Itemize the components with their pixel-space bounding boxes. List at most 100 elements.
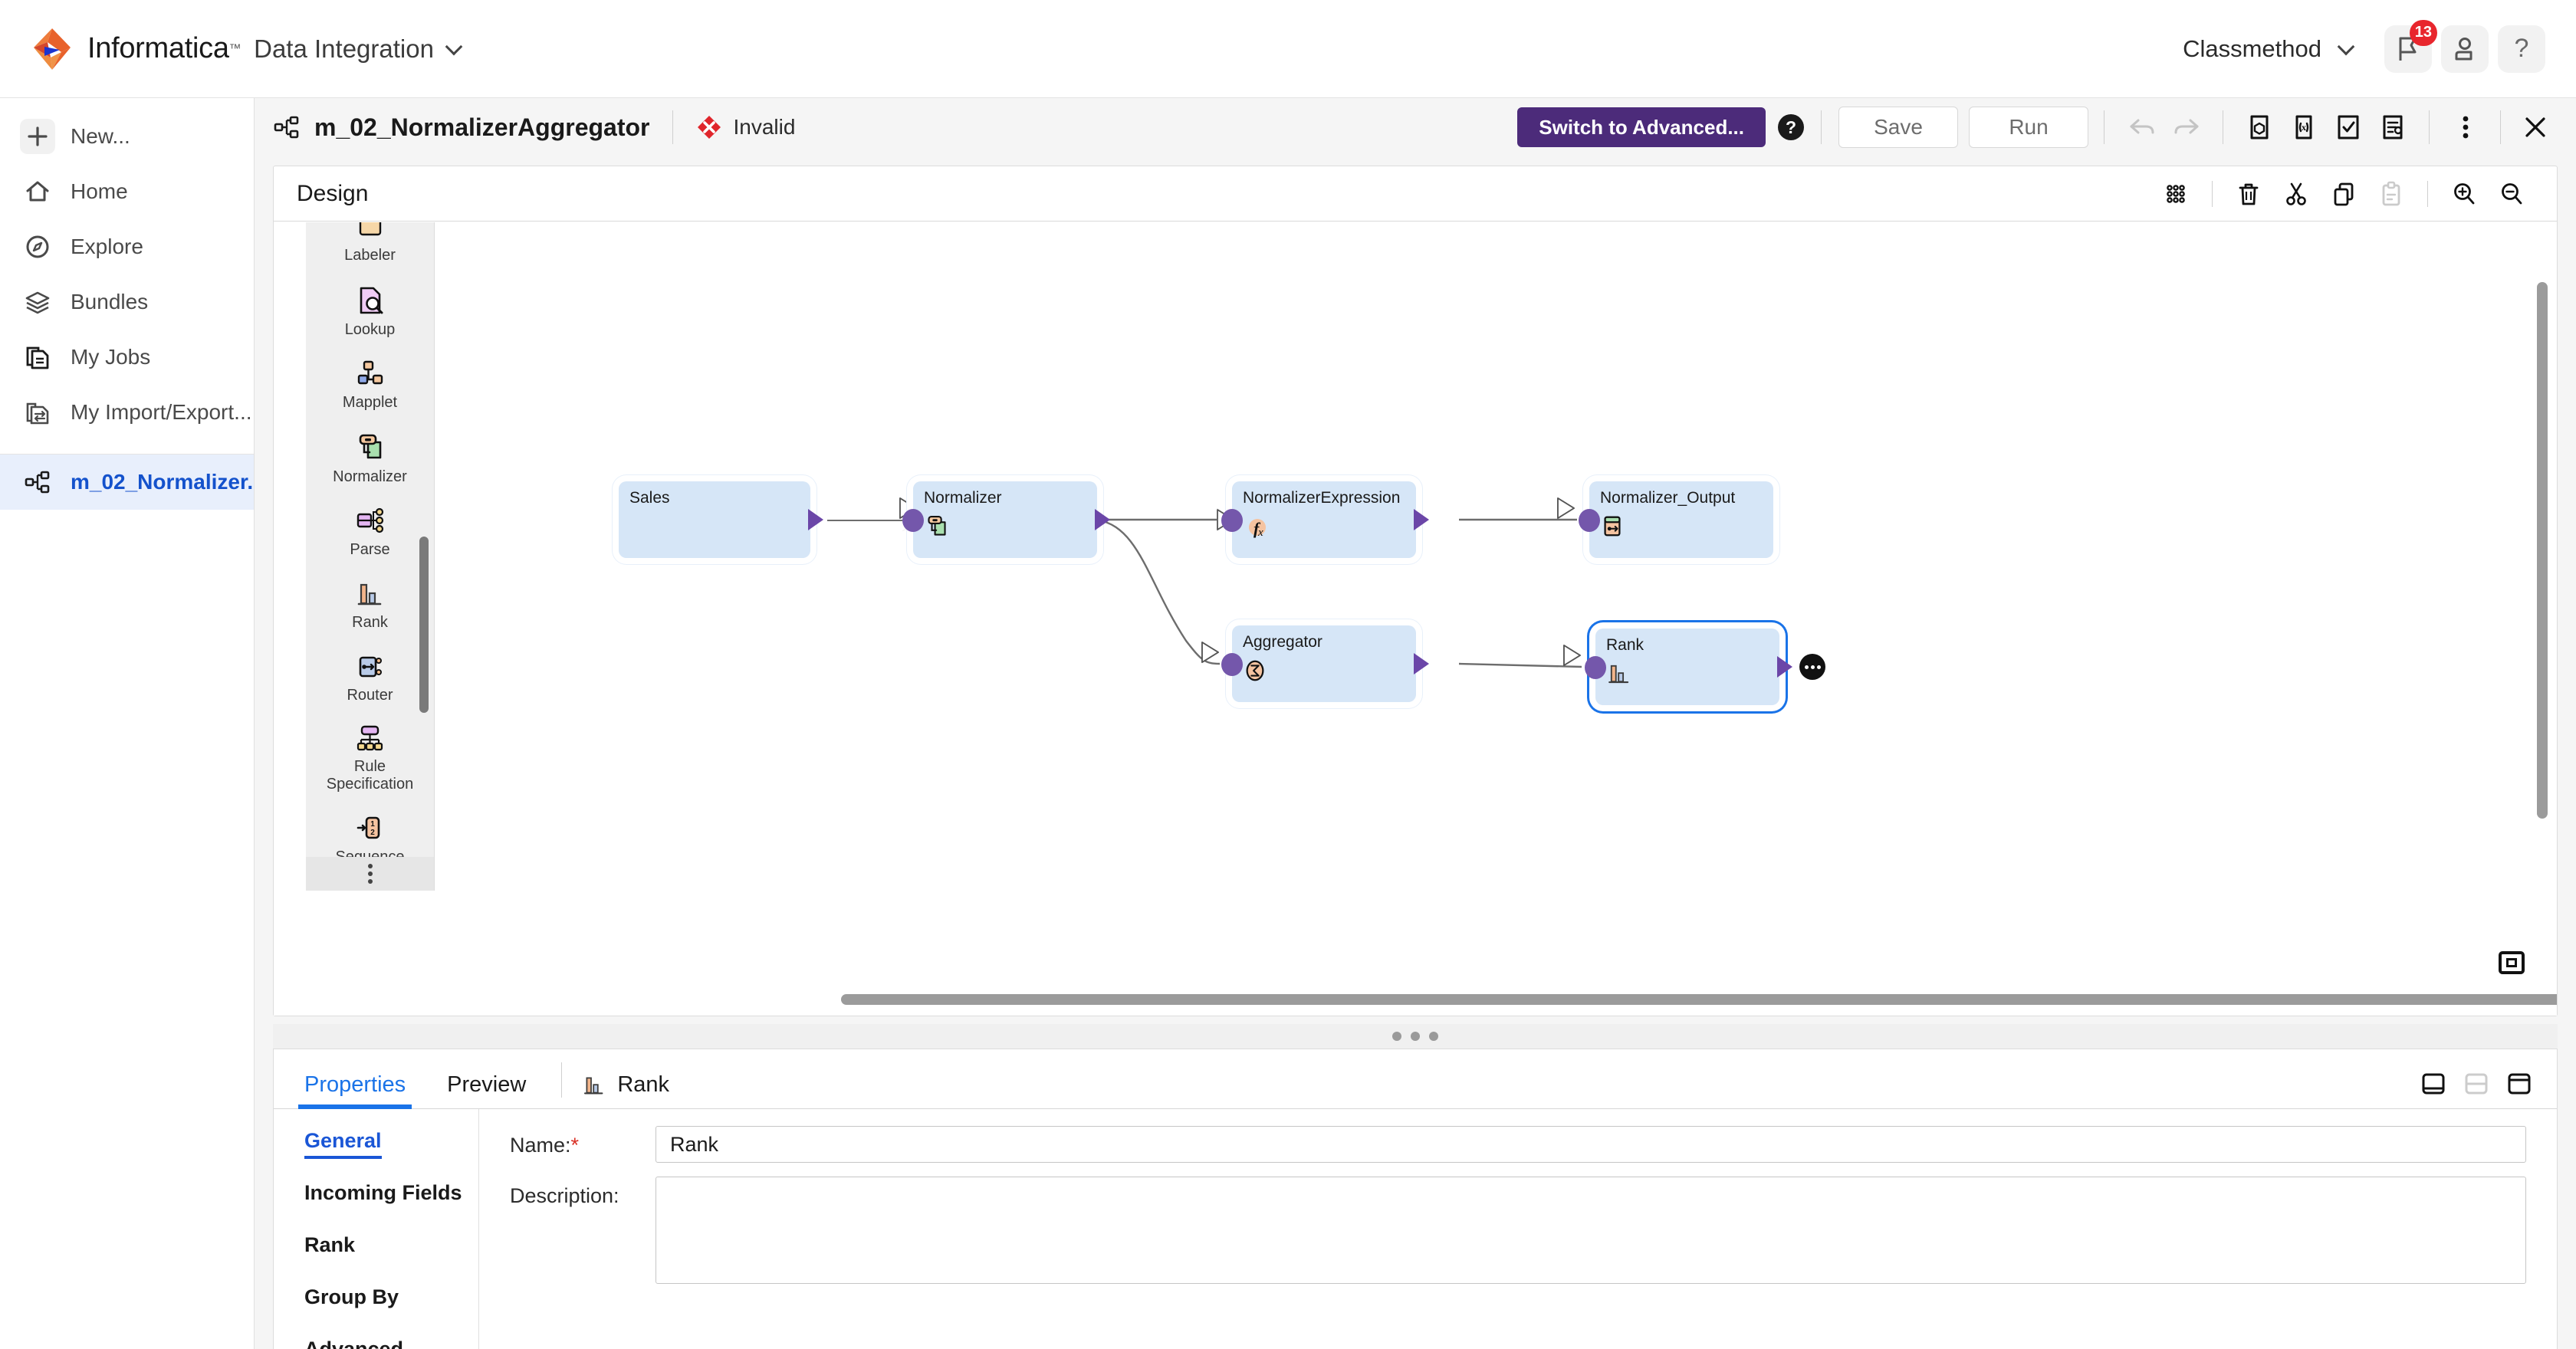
port-out-rank[interactable]: [1777, 656, 1792, 678]
grid-icon[interactable]: [2154, 172, 2198, 216]
delete-icon[interactable]: [2226, 172, 2271, 216]
sequence-icon: 1 2: [356, 816, 380, 839]
validate-icon[interactable]: [2326, 105, 2371, 149]
palette-more-button[interactable]: [306, 857, 434, 891]
panel-splitter[interactable]: [273, 1024, 2558, 1049]
undo-icon[interactable]: [2120, 105, 2164, 149]
cut-icon[interactable]: [2274, 172, 2318, 216]
zoom-in-icon[interactable]: [2442, 172, 2486, 216]
router-icon: [359, 656, 382, 678]
sidebar-item-new[interactable]: New...: [0, 109, 254, 164]
node-normalizer[interactable]: Normalizer: [902, 481, 1110, 558]
sidebar-item-home[interactable]: Home: [0, 164, 254, 219]
palette-item-rank[interactable]: Rank: [306, 568, 434, 641]
port-out-aggregator[interactable]: [1414, 653, 1429, 674]
name-input[interactable]: [656, 1126, 2526, 1163]
palette-item-normalizer[interactable]: Normalizer: [306, 421, 434, 495]
properties-nav-advanced[interactable]: Advanced: [304, 1338, 478, 1349]
port-in-normalizer[interactable]: [902, 509, 924, 532]
palette-item-lookup[interactable]: Lookup: [306, 274, 434, 348]
properties-body: General Incoming Fields Rank Group By Ad…: [274, 1109, 2557, 1349]
sidebar: New... Home Explore Bundles My Jobs My I…: [0, 98, 265, 1349]
chevron-down-icon[interactable]: [445, 38, 463, 56]
zoom-out-icon[interactable]: [2489, 172, 2534, 216]
description-icon[interactable]: [2371, 105, 2415, 149]
port-out-normalizer-expression[interactable]: [1414, 509, 1429, 530]
panel-split-icon[interactable]: [2463, 1071, 2489, 1101]
canvas-scrollbar-vertical[interactable]: [2537, 282, 2548, 819]
node-normalizer-expression[interactable]: NormalizerExpression f x: [1221, 481, 1429, 558]
informatica-logo-icon: [34, 28, 71, 70]
fit-to-window-icon[interactable]: [2499, 951, 2525, 974]
tab-selected-node[interactable]: Rank: [582, 1072, 669, 1108]
switch-to-advanced-button[interactable]: Switch to Advanced...: [1517, 107, 1766, 147]
node-rank[interactable]: Rank: [1585, 629, 1792, 705]
palette-item-rule-specification[interactable]: Rule Specification: [306, 714, 434, 803]
org-switcher[interactable]: Classmethod: [2183, 35, 2321, 63]
toolbar-divider-2: [1821, 110, 1822, 144]
properties-nav-group-by[interactable]: Group By: [304, 1285, 478, 1338]
expression-icon: f x: [1243, 514, 1269, 540]
import-export-icon: [20, 395, 55, 430]
properties-nav-incoming-fields[interactable]: Incoming Fields: [304, 1181, 478, 1233]
connector-layer: [1096, 518, 1582, 668]
more-options-icon[interactable]: [2443, 105, 2488, 149]
node-sales[interactable]: Sales: [619, 481, 823, 558]
properties-nav-rank[interactable]: Rank: [304, 1233, 478, 1285]
redo-icon[interactable]: [2164, 105, 2209, 149]
user-button[interactable]: [2441, 25, 2489, 73]
palette-scrollbar[interactable]: [419, 537, 429, 713]
save-button[interactable]: Save: [1838, 107, 1958, 148]
advanced-help-icon[interactable]: ?: [1778, 114, 1804, 140]
port-out-normalizer[interactable]: [1095, 509, 1110, 530]
help-icon: ?: [2514, 34, 2529, 63]
svg-text:1: 1: [370, 820, 375, 829]
parameters-icon[interactable]: x: [2282, 105, 2326, 149]
mapping-canvas[interactable]: Labeler Lookup Mapplet Normalizer Parse …: [274, 222, 2557, 1016]
panel-bottom-icon[interactable]: [2420, 1071, 2446, 1101]
port-in-normalizer-expression[interactable]: [1221, 509, 1243, 532]
properties-nav-general[interactable]: General: [304, 1129, 478, 1181]
port-in-rank[interactable]: [1585, 656, 1606, 679]
node-rank-more-icon[interactable]: [1799, 654, 1825, 680]
invalid-icon: [698, 116, 721, 139]
tab-preview[interactable]: Preview: [441, 1072, 532, 1108]
palette-item-router[interactable]: Router: [306, 641, 434, 714]
home-icon: [20, 174, 55, 209]
svg-text:x: x: [1257, 527, 1263, 539]
toolbar-divider-6: [2500, 110, 2501, 144]
name-label-text: Name:: [510, 1134, 571, 1157]
editor-toolbar: m_02_NormalizerAggregator Invalid Switch…: [255, 98, 2576, 156]
sidebar-item-import-export[interactable]: My Import/Export...: [0, 385, 254, 440]
palette-item-parse[interactable]: Parse: [306, 495, 434, 568]
org-chevron-down-icon[interactable]: [2337, 38, 2355, 55]
sidebar-item-recent-mapping[interactable]: m_02_Normalizer...: [0, 455, 265, 510]
rank-icon: [1606, 661, 1632, 687]
canvas-scrollbar-horizontal[interactable]: [841, 994, 2557, 1005]
node-aggregator[interactable]: Aggregator: [1221, 625, 1429, 702]
close-icon[interactable]: [2513, 105, 2558, 149]
paste-icon[interactable]: [2369, 172, 2413, 216]
runtime-package-icon[interactable]: [2237, 105, 2282, 149]
sidebar-item-explore[interactable]: Explore: [0, 219, 254, 274]
workspace: m_02_NormalizerAggregator Invalid Switch…: [255, 98, 2576, 1349]
form-row-description: Description:: [510, 1177, 2526, 1284]
sidebar-item-bundles[interactable]: Bundles: [0, 274, 254, 330]
port-out-sales[interactable]: [808, 509, 823, 530]
sidebar-item-my-jobs[interactable]: My Jobs: [0, 330, 254, 385]
design-divider-2: [2427, 180, 2428, 207]
help-button[interactable]: ?: [2498, 25, 2545, 73]
tab-properties[interactable]: Properties: [298, 1072, 412, 1109]
panel-top-icon[interactable]: [2506, 1071, 2532, 1101]
palette-item-mapplet[interactable]: Mapplet: [306, 348, 434, 421]
port-in-aggregator[interactable]: [1221, 653, 1243, 676]
port-in-normalizer-output[interactable]: [1579, 509, 1600, 532]
description-textarea[interactable]: [656, 1177, 2526, 1284]
copy-icon[interactable]: [2321, 172, 2366, 216]
run-button[interactable]: Run: [1969, 107, 2088, 148]
palette-item-labeler[interactable]: Labeler: [306, 222, 434, 274]
service-name: Data Integration: [254, 34, 434, 63]
notifications-button[interactable]: 13: [2384, 19, 2437, 73]
transformation-palette[interactable]: Labeler Lookup Mapplet Normalizer Parse …: [306, 222, 435, 891]
node-normalizer-output[interactable]: Normalizer_Output: [1579, 481, 1773, 558]
